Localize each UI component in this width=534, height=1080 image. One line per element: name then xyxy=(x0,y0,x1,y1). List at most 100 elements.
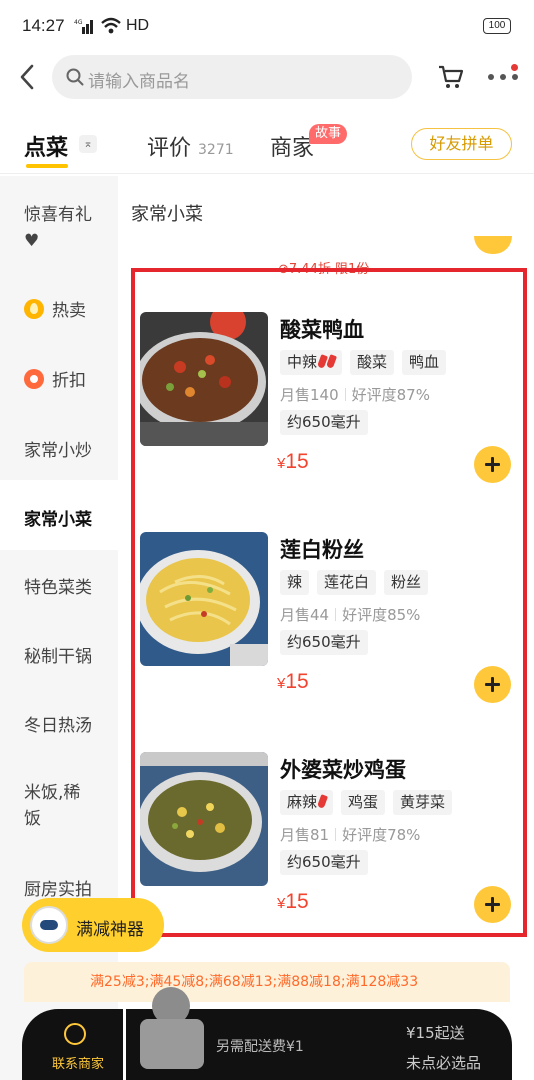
dish-photo-duck-blood[interactable] xyxy=(140,312,268,446)
dish-tags: 麻辣 鸡蛋 黄芽菜 xyxy=(280,790,460,816)
tag: 鸭血 xyxy=(402,350,447,375)
tab-merchant[interactable]: 商家 xyxy=(270,130,314,162)
heart-icon: ♥ xyxy=(24,231,40,251)
sidebar-item-dry-pot[interactable]: 秘制干锅 xyxy=(0,642,118,667)
shopping-bag-icon[interactable] xyxy=(140,987,204,1073)
more-icon[interactable] xyxy=(488,64,520,84)
search-icon xyxy=(66,68,84,86)
review-count: 3271 xyxy=(198,142,234,158)
sidebar-item-label: 家常小菜 xyxy=(24,510,92,530)
search-input[interactable]: 请输入商品名 xyxy=(52,55,412,99)
discount-helper-button[interactable]: 满减神器 xyxy=(22,898,164,952)
rating: 好评度78% xyxy=(342,826,421,844)
dish-name: 外婆菜炒鸡蛋 xyxy=(280,758,406,782)
robot-icon xyxy=(30,906,68,944)
tab-active-indicator xyxy=(26,164,68,168)
contact-merchant-button[interactable]: 联系商家 xyxy=(22,1009,123,1080)
hd-indicator: HD xyxy=(126,17,150,34)
add-to-cart-button[interactable] xyxy=(474,666,511,703)
chili-icon xyxy=(317,794,329,809)
sidebar-item-specialty[interactable]: 特色菜类 xyxy=(0,573,118,598)
monthly-sales: 月售81 xyxy=(280,826,330,844)
search-placeholder: 请输入商品名 xyxy=(88,72,190,92)
dish-stats: 月售81 好评度78% xyxy=(280,824,420,845)
sidebar-item-label: 惊喜有礼 xyxy=(24,205,92,225)
add-to-cart-button[interactable] xyxy=(474,886,511,923)
friend-group-order-button[interactable]: 好友拼单 xyxy=(411,128,512,160)
dish-tags: 中辣 酸菜 鸭血 xyxy=(280,350,454,376)
must-pick-notice: 未点必选品 xyxy=(406,1054,482,1072)
notification-dot xyxy=(511,64,518,71)
wifi-icon xyxy=(101,17,121,34)
fire-icon xyxy=(24,299,44,319)
dish-photo-greens-egg[interactable] xyxy=(140,752,268,886)
contact-label: 联系商家 xyxy=(52,1057,105,1072)
section-title: 家常小菜 xyxy=(131,204,203,225)
tag: 辣 xyxy=(280,570,310,595)
monthly-sales: 月售44 xyxy=(280,606,330,624)
dish-tags: 辣莲花白 粉丝 xyxy=(280,570,436,596)
sidebar-item-label: 厨房实拍 xyxy=(24,880,92,900)
dish-stats: 月售44 好评度85% xyxy=(280,604,420,625)
sidebar-item-rice[interactable]: 米饭,稀 饭 xyxy=(0,780,118,832)
dish-stats: 月售140 好评度87% xyxy=(280,384,430,405)
price-value: 15 xyxy=(285,670,309,693)
rating: 好评度85% xyxy=(342,606,421,624)
monthly-sales: 月售140 xyxy=(280,386,339,404)
sidebar-item-label: 秘制干锅 xyxy=(24,647,92,667)
sidebar-item-stirfry[interactable]: 家常小炒 xyxy=(0,436,118,461)
sidebar-item-kitchen[interactable]: 厨房实拍 xyxy=(0,875,118,900)
rating: 好评度87% xyxy=(351,386,430,404)
price-value: 15 xyxy=(285,890,309,913)
dish-card[interactable]: 莲白粉丝 辣莲花白 粉丝 月售44 好评度85% 约650毫升 ¥15 xyxy=(140,532,520,732)
signal-icon: 4G xyxy=(74,19,93,34)
tag-spicy: 麻辣 xyxy=(280,790,334,815)
chat-icon xyxy=(64,1023,86,1045)
chili-icon xyxy=(317,354,329,369)
discount-helper-label: 满减神器 xyxy=(76,920,144,940)
tag: 粉丝 xyxy=(384,570,429,595)
tab-review[interactable]: 评价 xyxy=(147,130,191,162)
tab-order[interactable]: 点菜 xyxy=(24,130,68,162)
battery-icon: 100 xyxy=(483,18,511,34)
story-badge: 故事 xyxy=(309,124,348,144)
dish-card[interactable]: 酸菜鸭血 中辣 酸菜 鸭血 月售140 好评度87% 约650毫升 ¥15 xyxy=(140,312,520,512)
add-to-cart-button[interactable] xyxy=(474,446,511,483)
status-bar: 14:27 4G HD 100 xyxy=(0,0,534,52)
cart-icon[interactable] xyxy=(437,63,465,91)
dish-card[interactable]: 外婆菜炒鸡蛋 麻辣 鸡蛋 黄芽菜 月售81 好评度78% 约650毫升 ¥15 xyxy=(140,752,520,952)
dish-name: 酸菜鸭血 xyxy=(280,318,364,342)
collapse-arrow-icon[interactable]: ⌅ xyxy=(79,135,97,153)
sidebar-item-soup[interactable]: 冬日热汤 xyxy=(0,711,118,736)
network-type: 4G xyxy=(74,19,83,26)
add-button-peek[interactable] xyxy=(474,236,512,254)
sidebar-item-label: 冬日热汤 xyxy=(24,716,92,736)
back-arrow-icon[interactable] xyxy=(14,62,42,92)
dish-volume: 约650毫升 xyxy=(280,630,368,655)
status-time: 14:27 xyxy=(22,16,65,35)
price-value: 15 xyxy=(285,450,309,473)
tag: 莲花白 xyxy=(317,570,377,595)
dish-price: ¥15 xyxy=(277,450,309,474)
tag-spicy: 中辣 xyxy=(280,350,343,375)
sidebar-item-label: 热卖 xyxy=(52,301,86,321)
tag: 鸡蛋 xyxy=(341,790,386,815)
sidebar-item-label-cont: 饭 xyxy=(24,809,41,829)
sidebar-item-small-dishes[interactable]: 家常小菜 xyxy=(0,480,118,550)
sidebar-item-discount[interactable]: 折扣 xyxy=(0,366,118,391)
discount-tag-icon xyxy=(24,369,44,389)
dish-photo-cabbage-noodles[interactable] xyxy=(140,532,268,666)
sidebar-item-surprise[interactable]: 惊喜有礼 ♥ xyxy=(0,200,118,251)
sidebar-item-hot[interactable]: 热卖 xyxy=(0,296,118,321)
promo-peek: ⊘7.44折 限1份 xyxy=(278,262,370,277)
dish-volume: 约650毫升 xyxy=(280,850,368,875)
tag: 黄芽菜 xyxy=(393,790,453,815)
dish-name: 莲白粉丝 xyxy=(280,538,364,562)
tab-bar: 点菜 ⌅ 评价 3271 商家 故事 好友拼单 xyxy=(0,118,534,174)
sidebar-item-label: 特色菜类 xyxy=(24,578,92,598)
dish-price: ¥15 xyxy=(277,670,309,694)
sidebar-item-label: 折扣 xyxy=(52,371,86,391)
dish-price: ¥15 xyxy=(277,890,309,914)
min-order: ¥15起送 xyxy=(406,1024,465,1042)
sidebar-item-label: 家常小炒 xyxy=(24,441,92,461)
